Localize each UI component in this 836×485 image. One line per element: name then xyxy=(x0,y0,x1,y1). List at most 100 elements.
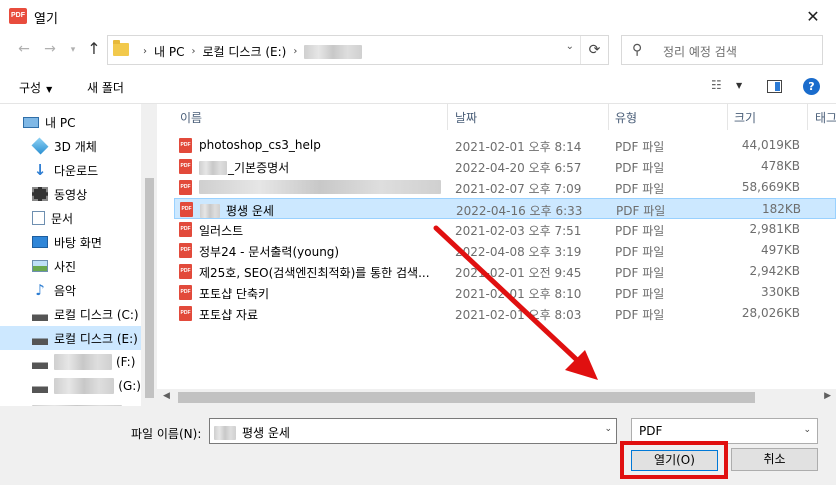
music-icon: ♪ xyxy=(35,281,45,299)
file-type: PDF 파일 xyxy=(615,161,665,175)
file-name: _기본증명서 xyxy=(228,161,290,175)
sidebar-item-videos[interactable]: 동영상 xyxy=(0,182,141,206)
cancel-button[interactable]: 취소 xyxy=(731,448,818,471)
file-row[interactable]: PDF 정부24 - 문서출력(young) 2022-04-08 오후 3:1… xyxy=(174,240,836,261)
navigation-bar: ← → ▾ ↑ › 내 PC › 로컬 디스크 (E:) › ⌄ ⟳ ⚲ 정리 … xyxy=(0,32,836,70)
sidebar-scrollbar[interactable] xyxy=(141,104,156,406)
file-row[interactable]: PDF 일러스트 2021-02-03 오후 7:51 PDF 파일 2,981… xyxy=(174,219,836,240)
pdf-file-icon: PDF xyxy=(179,222,192,237)
address-dropdown-icon[interactable]: ⌄ xyxy=(566,41,574,52)
sidebar-item-music[interactable]: ♪ 음악 xyxy=(0,278,141,302)
sidebar-item-my-pc[interactable]: 내 PC xyxy=(0,110,141,134)
drive-icon xyxy=(32,379,48,393)
column-header-type[interactable]: 유형 xyxy=(615,104,725,130)
sidebar-item-pictures[interactable]: 사진 xyxy=(0,254,141,278)
chevron-down-icon: ▼ xyxy=(46,85,53,94)
column-divider[interactable] xyxy=(608,104,609,130)
file-size: 2,942KB xyxy=(749,264,800,278)
recent-locations-icon[interactable]: ▾ xyxy=(63,45,83,55)
horizontal-scrollbar[interactable]: ◀ ▶ xyxy=(157,389,836,406)
close-button[interactable]: ✕ xyxy=(790,0,836,32)
pdf-file-icon: PDF xyxy=(180,202,193,217)
pdf-file-icon: PDF xyxy=(179,243,192,258)
file-size: 28,026KB xyxy=(741,306,800,320)
new-folder-button[interactable]: 새 폴더 xyxy=(87,79,124,96)
view-options-icon[interactable]: ☷ xyxy=(711,78,722,92)
preview-pane-icon[interactable] xyxy=(767,80,782,93)
sidebar-item-desktop[interactable]: 바탕 화면 xyxy=(0,230,141,254)
up-icon[interactable]: ↑ xyxy=(84,39,104,58)
blurred-text xyxy=(200,203,220,218)
document-icon xyxy=(32,211,45,225)
column-header-date[interactable]: 날짜 xyxy=(455,104,605,130)
file-row[interactable]: PDF _기본증명서 2022-04-20 오후 6:57 PDF 파일 478… xyxy=(174,156,836,177)
file-name-wrapper: _기본증명서 xyxy=(199,159,449,176)
file-size: 44,019KB xyxy=(741,138,800,152)
download-icon: ↓ xyxy=(33,161,47,179)
address-bar[interactable]: › 내 PC › 로컬 디스크 (E:) › ⌄ ⟳ xyxy=(107,35,609,65)
breadcrumb-local-disk-e[interactable]: 로컬 디스크 (E:) xyxy=(202,43,286,60)
column-divider[interactable] xyxy=(807,104,808,130)
file-row-selected[interactable]: PDF 평생 운세 2022-04-16 오후 6:33 PDF 파일 182K… xyxy=(174,198,836,219)
help-icon[interactable]: ? xyxy=(803,78,820,95)
filetype-value: PDF xyxy=(639,424,663,438)
file-row[interactable]: PDF 포토샵 자료 2021-02-01 오후 8:03 PDF 파일 28,… xyxy=(174,303,836,324)
sidebar-item-downloads[interactable]: ↓ 다운로드 xyxy=(0,158,141,182)
column-divider[interactable] xyxy=(447,104,448,130)
sidebar-item-3d-objects[interactable]: 3D 개체 xyxy=(0,134,141,158)
file-list: ^ 이름 날짜 유형 크기 태그 PDF photoshop_cs3_help … xyxy=(157,104,836,389)
filename-input[interactable]: 평생 운세 ⌄ xyxy=(209,418,617,444)
sidebar-item-label: 로컬 디스크 (C:) xyxy=(54,307,139,322)
file-size: 497KB xyxy=(760,243,800,257)
column-header-tags[interactable]: 태그 xyxy=(815,104,836,130)
column-header-name[interactable]: ^ 이름 xyxy=(180,104,450,130)
file-type: PDF 파일 xyxy=(615,245,665,259)
sidebar-item-drive-g[interactable]: (G:) xyxy=(0,374,141,398)
open-button[interactable]: 열기(O) xyxy=(631,450,718,471)
refresh-button[interactable]: ⟳ xyxy=(580,36,608,64)
file-row[interactable]: PDF 포토샵 단축키 2021-02-01 오후 8:10 PDF 파일 33… xyxy=(174,282,836,303)
sidebar-item-drive-f[interactable]: (F:) xyxy=(0,350,141,374)
file-name: 제25호, SEO(검색엔진최적화)를 통한 검색... xyxy=(199,266,430,280)
sidebar-item-partial[interactable] xyxy=(0,398,141,406)
scroll-left-icon[interactable]: ◀ xyxy=(163,391,170,401)
file-row[interactable]: PDF 제25호, SEO(검색엔진최적화)를 통한 검색... 2021-02… xyxy=(174,261,836,282)
column-header-label: 이름 xyxy=(180,111,203,125)
file-row[interactable]: PDF photoshop_cs3_help 2021-02-01 오후 8:1… xyxy=(174,135,836,156)
file-name: 포토샵 단축키 xyxy=(199,287,270,301)
sidebar-item-local-disk-e[interactable]: 로컬 디스크 (E:) xyxy=(0,326,141,350)
pdf-file-icon: PDF xyxy=(179,264,192,279)
horizontal-scrollbar-thumb[interactable] xyxy=(178,392,755,403)
organize-button[interactable]: 구성 ▼ xyxy=(19,79,52,96)
open-button-highlight: 열기(O) xyxy=(620,441,728,479)
breadcrumb: › 내 PC › 로컬 디스크 (E:) › xyxy=(136,43,363,60)
column-divider[interactable] xyxy=(727,104,728,130)
forward-icon[interactable]: → xyxy=(40,41,60,57)
sidebar-item-label: 다운로드 xyxy=(54,163,99,178)
breadcrumb-separator: › xyxy=(293,46,298,57)
back-icon[interactable]: ← xyxy=(14,41,34,57)
column-header-size[interactable]: 크기 xyxy=(734,104,804,130)
file-row[interactable]: PDF 2021-02-07 오후 7:09 PDF 파일 58,669KB xyxy=(174,177,836,198)
view-dropdown-icon[interactable]: ▼ xyxy=(736,81,742,90)
sidebar-scrollbar-thumb[interactable] xyxy=(145,178,154,398)
file-name-wrapper xyxy=(199,180,449,194)
sidebar-item-local-disk-c[interactable]: 로컬 디스크 (C:) xyxy=(0,302,141,326)
video-icon xyxy=(32,187,48,201)
sidebar-item-label: 사진 xyxy=(54,259,77,274)
sidebar-item-documents[interactable]: 문서 xyxy=(0,206,141,230)
breadcrumb-blurred-folder[interactable] xyxy=(304,44,363,59)
file-type: PDF 파일 xyxy=(615,224,665,238)
pdf-app-icon: PDF xyxy=(9,8,27,24)
file-date: 2021-02-03 오후 7:51 xyxy=(455,224,582,238)
chevron-down-icon[interactable]: ⌄ xyxy=(604,424,612,434)
breadcrumb-separator: › xyxy=(191,46,196,57)
scroll-right-icon[interactable]: ▶ xyxy=(824,391,831,401)
search-box[interactable]: ⚲ 정리 예정 검색 xyxy=(621,35,823,65)
sidebar-item-label: 내 PC xyxy=(45,115,76,130)
window-title: 열기 xyxy=(34,12,58,27)
close-icon: ✕ xyxy=(806,6,820,26)
pc-icon xyxy=(23,116,39,128)
blurred-text xyxy=(199,180,441,194)
breadcrumb-my-pc[interactable]: 내 PC xyxy=(154,43,184,60)
